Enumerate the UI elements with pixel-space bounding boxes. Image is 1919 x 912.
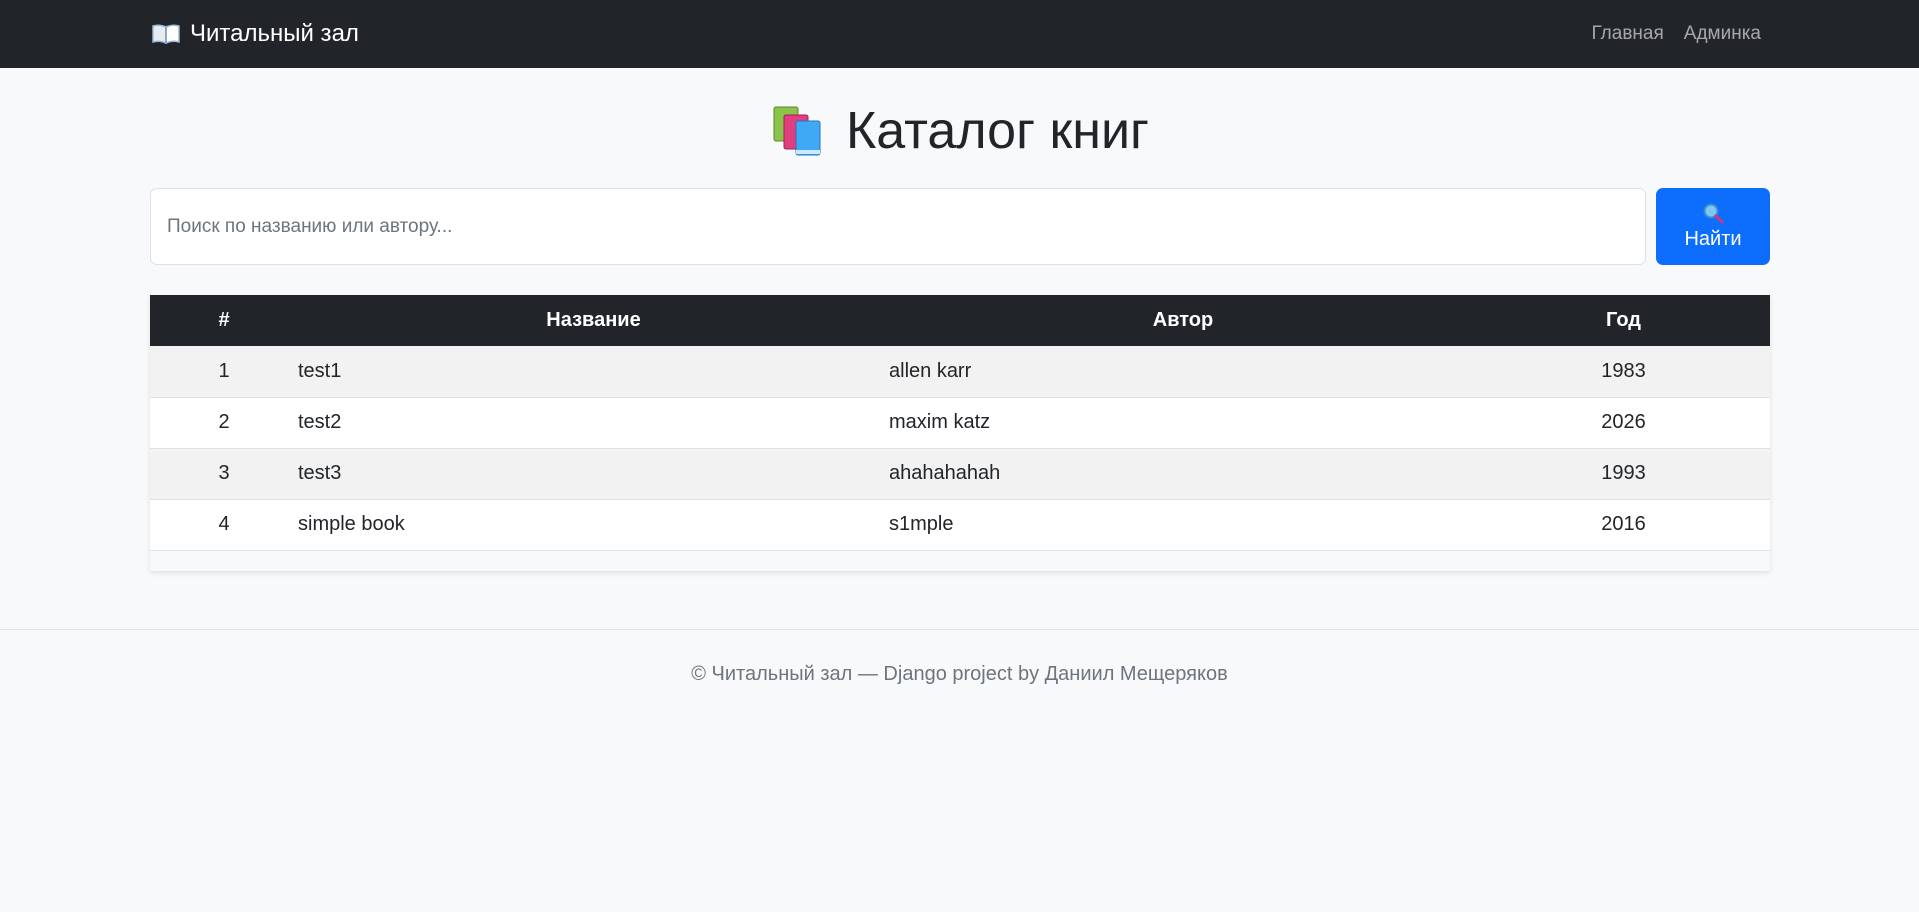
table-row: 2 test2 maxim katz 2026 [150,397,1770,448]
search-button[interactable]: Найти [1656,188,1770,265]
search-button-label: Найти [1684,228,1742,250]
row-title: test1 [298,359,342,382]
row-author: maxim katz [889,411,991,433]
open-book-icon [152,24,180,45]
row-author: s1mple [889,513,954,535]
nav-links: Главная Админка [1591,0,1761,68]
page-title: Каталог книг [0,98,1919,164]
magnifier-icon [1703,203,1724,224]
nav-link-home[interactable]: Главная [1591,23,1663,45]
column-header-title: Название [546,309,641,331]
row-title: simple book [298,513,405,535]
footer-divider [0,629,1919,630]
row-author: allen karr [889,359,972,382]
column-header-author: Автор [1152,309,1214,331]
row-year: 1993 [1601,462,1646,484]
books-icon [773,106,821,156]
row-num: 3 [218,462,230,484]
row-num: 4 [218,513,230,535]
books-table-container: # Название Автор Год 1 test1 allen karr … [150,295,1770,571]
row-author: ahahahahah [889,462,1001,484]
row-title: test2 [298,411,342,433]
page-title-text: Каталог книг [846,102,1149,160]
row-num: 1 [218,359,230,382]
table-row: 3 test3 ahahahahah 1993 [150,448,1770,499]
row-year: 2016 [1601,513,1646,535]
row-num: 2 [218,411,230,433]
table-body: 1 test1 allen karr 1983 2 test2 maxim ka… [150,346,1770,550]
row-year: 2026 [1601,411,1646,433]
table-row: 4 simple book s1mple 2016 [150,499,1770,550]
column-header-year: Год [1606,309,1641,331]
column-header-num: # [218,309,230,331]
row-year: 1983 [1601,359,1646,382]
table-bottom-spacer [150,550,1770,571]
brand-link[interactable]: Читальный зал [152,0,359,68]
table-header: # Название Автор Год [150,295,1770,346]
search-input[interactable] [150,188,1646,265]
brand-label: Читальный зал [190,20,359,47]
books-table: # Название Автор Год 1 test1 allen karr … [150,295,1770,551]
navbar: Читальный зал Главная Админка [0,0,1919,68]
table-header-row: # Название Автор Год [150,295,1770,346]
row-title: test3 [298,462,342,484]
nav-link-admin[interactable]: Админка [1684,23,1761,45]
footer-text: © Читальный зал — Django project by Дани… [691,663,1228,685]
table-row: 1 test1 allen karr 1983 [150,346,1770,397]
